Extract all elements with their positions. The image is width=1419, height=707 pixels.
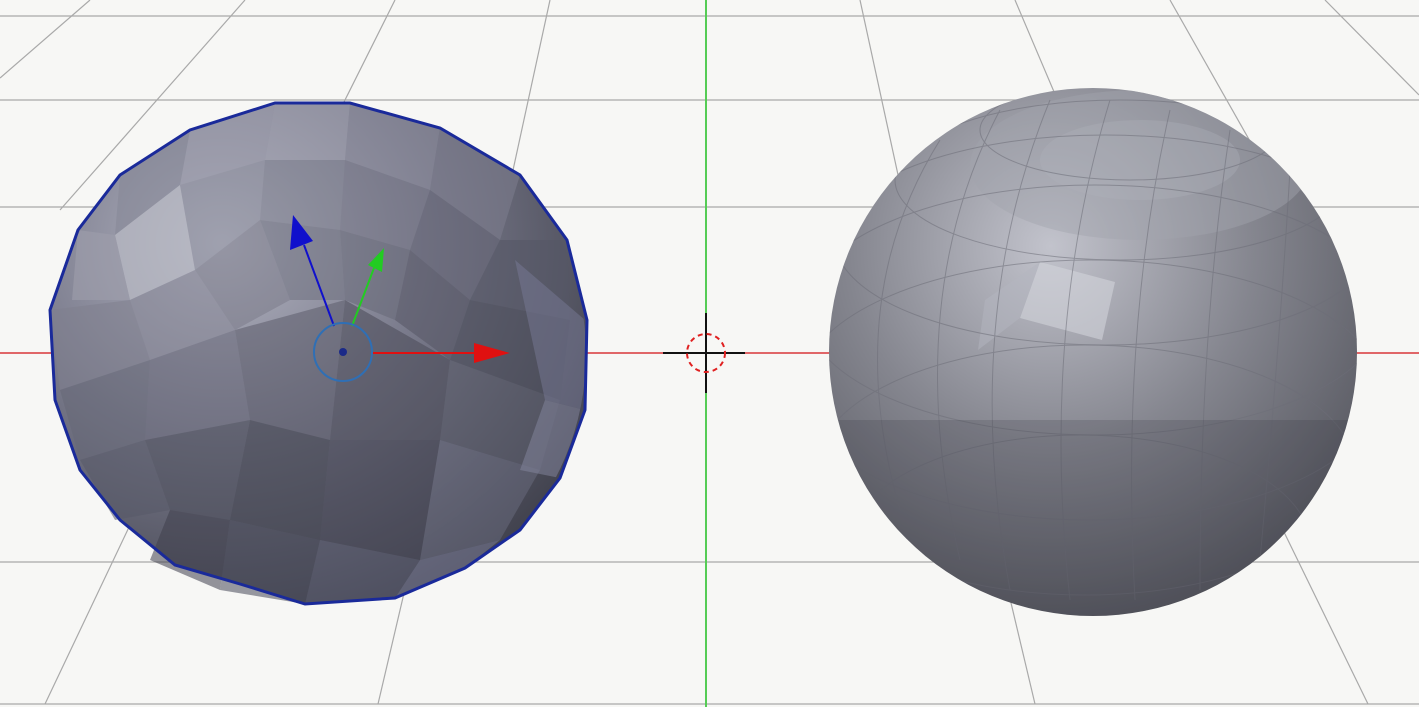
object-origin-dot: [339, 348, 347, 356]
3d-cursor-icon[interactable]: [663, 313, 745, 393]
3d-viewport[interactable]: [0, 0, 1419, 707]
uv-sphere-mesh[interactable]: [800, 80, 1385, 655]
